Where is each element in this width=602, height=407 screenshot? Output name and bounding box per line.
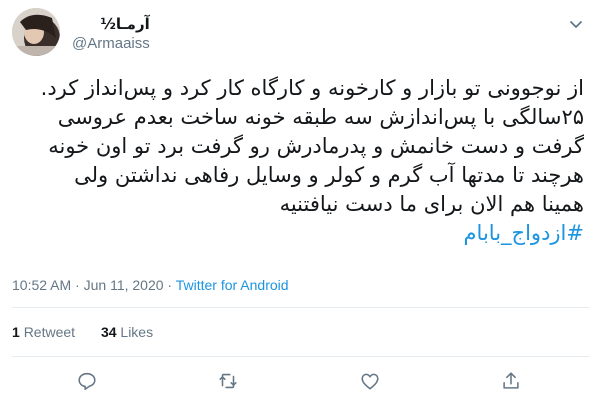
retweets-stat[interactable]: 1 Retweet <box>12 322 75 342</box>
meta-separator: · <box>163 277 176 293</box>
tweet-card: آرمـا½ @Armaaiss از نوجوونی تو بازار و ک… <box>0 0 602 407</box>
tweet-text-line: از نوجوونی تو بازار و کارخونه و کارگاه ک… <box>40 76 584 100</box>
tweet-text: از نوجوونی تو بازار و کارخونه و کارگاه ک… <box>12 74 584 248</box>
likes-count: 34 <box>100 324 117 340</box>
tweet-date[interactable]: Jun 11, 2020 <box>84 277 164 293</box>
retweets-label: Retweet <box>23 324 76 340</box>
tweet-text-line: هرچند تا مدتها آب گرم و کولر و وسایل رفا… <box>74 163 584 187</box>
tweet-time[interactable]: 10:52 AM <box>12 277 71 293</box>
user-handle[interactable]: @Armaaiss <box>72 34 150 54</box>
divider <box>12 356 590 357</box>
tweet-header: آرمـا½ @Armaaiss <box>12 8 590 58</box>
tweet-actions <box>0 368 602 398</box>
author-names: آرمـا½ @Armaaiss <box>72 14 150 54</box>
retweet-icon[interactable] <box>217 370 239 392</box>
retweets-count: 1 <box>12 324 20 340</box>
profile-photo-icon <box>12 8 60 56</box>
like-icon[interactable] <box>359 370 381 392</box>
hashtag-link[interactable]: #ازدواج_بابام <box>464 221 584 245</box>
tweet-text-line: همینا هم الان برای ما دست نیافتنیه <box>279 192 584 216</box>
divider <box>12 307 590 308</box>
likes-stat[interactable]: 34 Likes <box>101 322 153 342</box>
chevron-down-icon[interactable] <box>568 16 584 32</box>
tweet-text-line: ۲۵سالگی با پس‌اندازش سه طبقه خونه ساخت ب… <box>57 105 584 129</box>
tweet-stats: 1 Retweet 34 Likes <box>12 322 153 342</box>
likes-label: Likes <box>120 324 154 340</box>
reply-icon[interactable] <box>76 370 98 392</box>
tweet-text-line: گرفت و دست خانمش و پدرمادرش رو گرفت برد … <box>48 134 584 158</box>
meta-separator: · <box>71 277 84 293</box>
tweet-meta: 10:52 AM · Jun 11, 2020 · Twitter for An… <box>12 276 289 294</box>
tweet-source-link[interactable]: Twitter for Android <box>176 277 289 293</box>
display-name[interactable]: آرمـا½ <box>72 14 149 34</box>
avatar[interactable] <box>12 8 60 56</box>
share-icon[interactable] <box>500 370 522 392</box>
